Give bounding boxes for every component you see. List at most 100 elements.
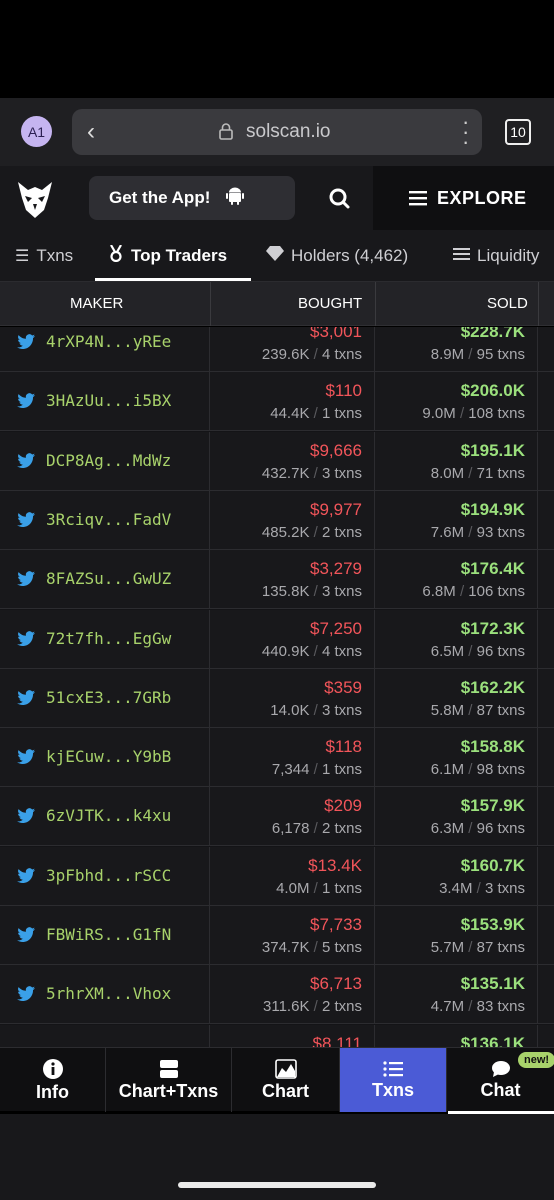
nav-label: Txns bbox=[371, 1079, 414, 1100]
nav-txns[interactable]: Txns bbox=[340, 1048, 447, 1112]
get-the-app-button[interactable]: Get the App! bbox=[89, 176, 295, 220]
table-row[interactable]: 72t7fh...EgGw $7,250 440.9K / 4 txns $172.3… bbox=[0, 609, 554, 669]
maker-address-link[interactable]: kjECuw...Y9bB bbox=[46, 747, 171, 766]
twitter-bird-icon[interactable] bbox=[16, 986, 36, 1002]
twitter-bird-icon[interactable] bbox=[16, 452, 36, 469]
bought-detail: 432.7K / 3 txns bbox=[262, 465, 362, 482]
bought-cell: $118 7,344 / 1 txns bbox=[210, 728, 375, 788]
new-badge: new! bbox=[518, 1052, 554, 1068]
maker-cell: DCP8Ag...MdWz bbox=[0, 431, 210, 491]
split-view-icon bbox=[159, 1059, 178, 1078]
bought-cell: $13.4K 4.0M / 1 txns bbox=[210, 846, 375, 906]
bought-amount: 4.0M bbox=[276, 879, 310, 897]
sold-txns: 87 txns bbox=[476, 701, 525, 719]
tab-count-button[interactable]: 10 bbox=[505, 119, 531, 145]
maker-cell: 6zVJTK...k4xu bbox=[0, 787, 210, 847]
bought-usd: $7,733 bbox=[310, 915, 362, 934]
sold-txns: 93 txns bbox=[476, 523, 525, 541]
maker-address-link[interactable]: 6zVJTK...k4xu bbox=[46, 806, 171, 825]
twitter-bird-icon[interactable] bbox=[16, 630, 36, 647]
maker-cell: 3Rciqv...FadV bbox=[0, 490, 210, 550]
table-row[interactable]: 51cxE3...7GRb $359 14.0K / 3 txns $162.2K 5.… bbox=[0, 668, 554, 728]
lock-icon bbox=[219, 123, 233, 140]
token-tabs: ☰ Txns Top Traders Holders (4,462) Liqui… bbox=[0, 230, 554, 282]
table-row[interactable]: FBWiRS...G1fN $7,733 374.7K / 5 txns $153.9… bbox=[0, 906, 554, 965]
sold-amount: 6.8M bbox=[422, 583, 456, 601]
bought-amount: 485.2K bbox=[261, 523, 310, 541]
tab-label: Top Traders bbox=[131, 246, 228, 265]
maker-address-link[interactable]: 5rhrXM...Vhox bbox=[46, 984, 171, 1003]
table-row[interactable]: 4rXP4N...yREe $3,001 239.6K / 4 txns $228.7… bbox=[0, 327, 554, 372]
column-header-bought[interactable]: BOUGHT bbox=[298, 295, 362, 312]
twitter-bird-icon[interactable] bbox=[16, 749, 36, 765]
maker-address-link[interactable]: 3Rciqv...FadV bbox=[46, 510, 171, 529]
sold-cell: $206.0K 9.0M / 108 txns bbox=[375, 372, 538, 432]
table-row[interactable]: DCP8Ag...MdWz $9,666 432.7K / 3 txns $195.1… bbox=[0, 431, 554, 491]
maker-address-link[interactable]: 51cxE3...7GRb bbox=[46, 688, 171, 707]
address-bar[interactable]: ‹ solscan.io · · · bbox=[72, 109, 482, 155]
twitter-bird-icon[interactable] bbox=[16, 927, 36, 943]
maker-address-link[interactable]: 3pFbhd...rSCC bbox=[46, 866, 171, 885]
maker-address-link[interactable]: 4rXP4N...yREe bbox=[46, 332, 171, 351]
twitter-bird-icon[interactable] bbox=[16, 334, 36, 350]
bought-cell: $209 6,178 / 2 txns bbox=[210, 787, 375, 847]
separator: / bbox=[468, 998, 473, 1016]
nav-label: Chart bbox=[261, 1080, 309, 1101]
table-row[interactable]: 3HAzUu...i5BX $110 44.4K / 1 txns $206.0K 9.… bbox=[0, 372, 554, 432]
nav-chart-txns[interactable]: Chart+Txns bbox=[106, 1048, 232, 1112]
sold-detail: 8.9M / 95 txns bbox=[431, 346, 525, 363]
explore-menu-button[interactable]: EXPLORE bbox=[373, 166, 554, 230]
maker-address-link[interactable]: 3HAzUu...i5BX bbox=[46, 391, 171, 410]
table-row[interactable]: 6zVJTK...k4xu $209 6,178 / 2 txns $157.9K 6.… bbox=[0, 787, 554, 847]
sold-usd: $157.9K bbox=[460, 796, 525, 816]
more-options-icon[interactable]: · · · bbox=[462, 111, 469, 153]
back-icon[interactable]: ‹ bbox=[87, 118, 95, 146]
tab-holders[interactable]: Holders (4,462) bbox=[266, 230, 408, 281]
search-icon[interactable] bbox=[322, 182, 358, 216]
system-gesture-area bbox=[0, 1114, 554, 1200]
table-row[interactable]: 5rhrXM...Vhox $6,713 311.6K / 2 txns $135.1… bbox=[0, 965, 554, 1025]
bought-detail: 374.7K / 5 txns bbox=[262, 939, 362, 956]
bought-txns: 5 txns bbox=[321, 939, 362, 956]
table-row[interactable]: 3pFbhd...rSCC $13.4K 4.0M / 1 txns $160.7K 3… bbox=[0, 846, 554, 906]
bought-detail: 6,178 / 2 txns bbox=[272, 820, 362, 837]
twitter-bird-icon[interactable] bbox=[16, 512, 36, 528]
sold-usd: $206.0K bbox=[460, 381, 525, 401]
sold-amount: 8.0M bbox=[430, 464, 465, 482]
table-row[interactable]: 8FAZSu...GwUZ $3,279 135.8K / 3 txns $176.4… bbox=[0, 550, 554, 610]
home-indicator[interactable] bbox=[178, 1182, 376, 1188]
bought-amount: 44.4K bbox=[270, 405, 310, 423]
twitter-bird-icon[interactable] bbox=[16, 808, 36, 824]
column-header-maker[interactable]: MAKER bbox=[70, 295, 123, 312]
twitter-bird-icon[interactable] bbox=[16, 571, 36, 587]
tab-top-traders[interactable]: Top Traders bbox=[108, 230, 228, 281]
table-row[interactable]: $8,111 $136.1K bbox=[0, 1024, 554, 1047]
table-row[interactable]: kjECuw...Y9bB $118 7,344 / 1 txns $158.8K 6.… bbox=[0, 728, 554, 788]
maker-address-link[interactable]: DCP8Ag...MdWz bbox=[46, 451, 171, 470]
owl-logo-icon[interactable] bbox=[14, 178, 56, 220]
table-row[interactable]: 3Rciqv...FadV $9,977 485.2K / 2 txns $194.9… bbox=[0, 490, 554, 550]
sold-detail: 4.7M / 83 txns bbox=[431, 998, 525, 1015]
twitter-bird-icon[interactable] bbox=[16, 393, 36, 409]
maker-address-link[interactable]: 72t7fh...EgGw bbox=[46, 629, 171, 648]
column-header-sold[interactable]: SOLD bbox=[487, 295, 528, 312]
sold-usd: $172.3K bbox=[460, 618, 525, 638]
bought-usd: $359 bbox=[324, 677, 362, 697]
column-divider bbox=[538, 282, 539, 326]
twitter-bird-icon[interactable] bbox=[16, 867, 36, 884]
maker-cell: 5rhrXM...Vhox bbox=[0, 965, 210, 1025]
bought-usd: $3,279 bbox=[310, 559, 362, 579]
twitter-bird-icon[interactable] bbox=[16, 690, 36, 706]
column-divider bbox=[375, 282, 376, 326]
separator: / bbox=[313, 939, 318, 956]
bought-detail: 7,344 / 1 txns bbox=[272, 761, 362, 778]
sold-txns: 87 txns bbox=[476, 939, 525, 956]
maker-address-link[interactable]: 8FAZSu...GwUZ bbox=[46, 569, 171, 588]
tab-liquidity[interactable]: Liquidity bbox=[453, 230, 539, 281]
tab-txns[interactable]: ☰ Txns bbox=[15, 230, 73, 281]
nav-chart[interactable]: Chart bbox=[232, 1048, 340, 1112]
maker-address-link[interactable]: FBWiRS...G1fN bbox=[46, 925, 171, 944]
separator: / bbox=[468, 346, 473, 363]
profile-avatar[interactable]: A1 bbox=[21, 116, 52, 147]
nav-info[interactable]: Info bbox=[0, 1048, 106, 1112]
